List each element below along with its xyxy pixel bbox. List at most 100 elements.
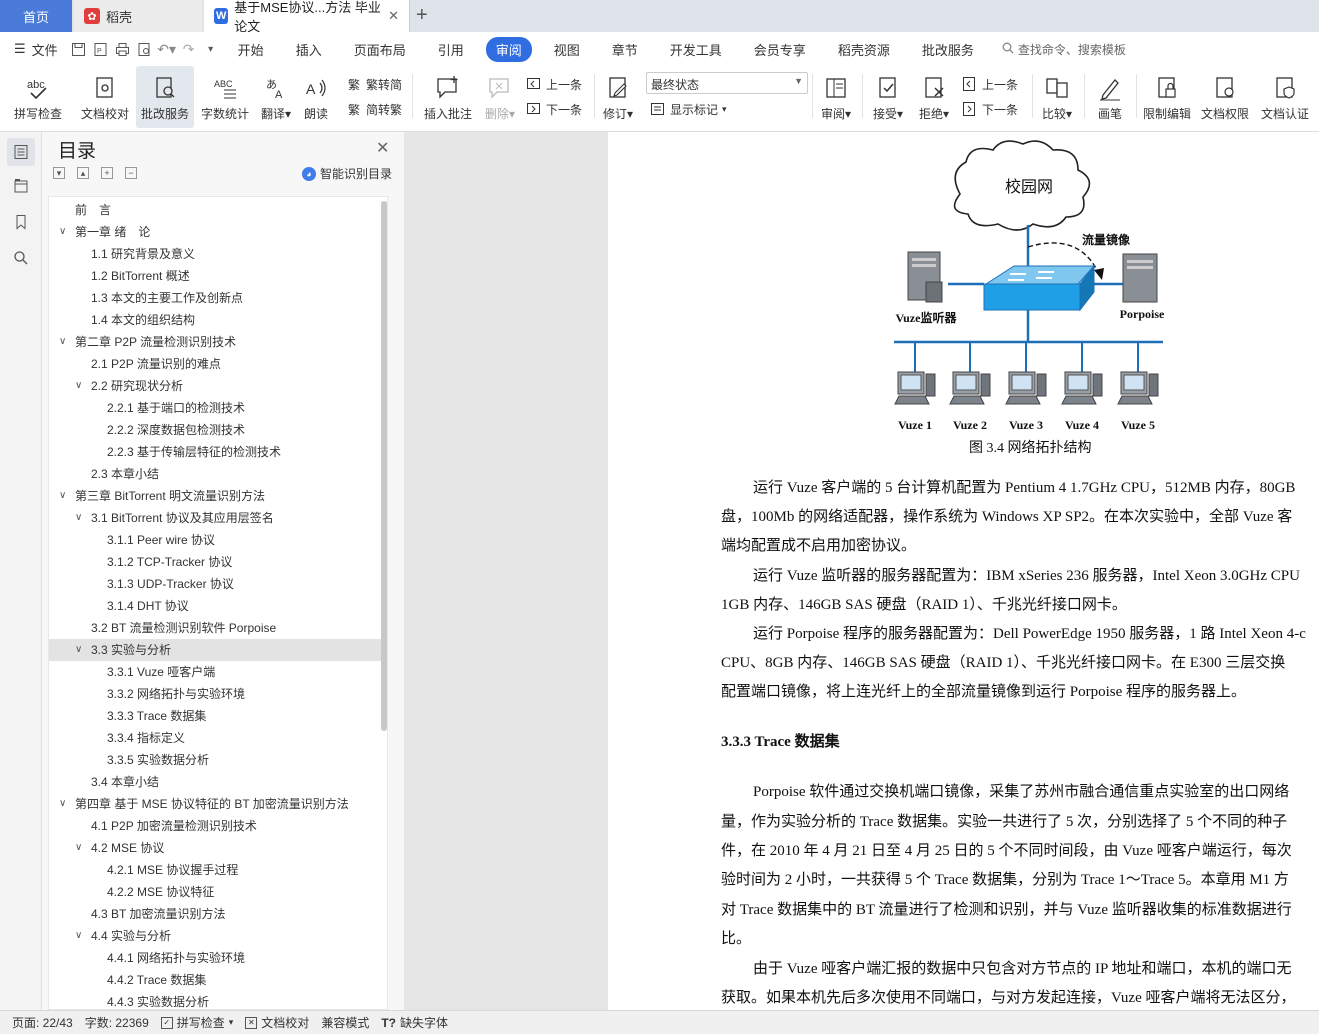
chevron-down-icon[interactable]: ∨ — [75, 925, 87, 947]
document-auth-button[interactable]: 文档认证 — [1256, 66, 1314, 128]
prev-revision-button[interactable]: 上一条 — [962, 74, 1018, 94]
toc-item[interactable]: 1.1 研究背景及意义 — [49, 243, 387, 265]
toc-item[interactable]: 4.1 P2P 加密流量检测识别技术 — [49, 815, 387, 837]
compare-button[interactable]: 比较▾ — [1036, 66, 1078, 128]
trad-to-simp-button[interactable]: 繁 繁转简 — [346, 74, 402, 94]
page-indicator[interactable]: 页面: 22/43 — [12, 1014, 73, 1031]
toc-item[interactable]: ∨ 第二章 P2P 流量检测识别技术 — [49, 331, 387, 353]
spell-check-button[interactable]: abc 拼写检查 — [6, 66, 70, 128]
toc-item[interactable]: 2.2.3 基于传输层特征的检测技术 — [49, 441, 387, 463]
toc-item[interactable]: 3.3.4 指标定义 — [49, 727, 387, 749]
toc-item[interactable]: 3.2 BT 流量检测识别软件 Porpoise — [49, 617, 387, 639]
toc-item[interactable]: ∨ 4.2 MSE 协议 — [49, 837, 387, 859]
document-rights-button[interactable]: 文档权限 — [1198, 66, 1252, 128]
toc-panel-icon[interactable] — [7, 138, 35, 166]
toc-item[interactable]: ∨ 第三章 BitTorrent 明文流量识别方法 — [49, 485, 387, 507]
menu-correction[interactable]: 批改服务 — [912, 37, 984, 62]
save-icon[interactable] — [68, 38, 90, 60]
menu-review[interactable]: 审阅 — [485, 36, 532, 62]
menu-reference[interactable]: 引用 — [428, 37, 474, 62]
toc-item[interactable]: 3.3.2 网络拓扑与实验环境 — [49, 683, 387, 705]
accept-button[interactable]: 接受▾ — [868, 66, 908, 128]
toc-item[interactable]: 3.3.5 实验数据分析 — [49, 749, 387, 771]
toc-item[interactable]: ∨ 第一章 绪 论 — [49, 221, 387, 243]
redo-icon[interactable]: ↷ — [178, 38, 200, 60]
search-icon[interactable] — [7, 244, 35, 272]
toc-item[interactable]: 1.2 BitTorrent 概述 — [49, 265, 387, 287]
toc-item[interactable]: 4.4.1 网络拓扑与实验环境 — [49, 947, 387, 969]
toc-scrollbar[interactable] — [381, 201, 387, 731]
toc-item[interactable]: 2.2.1 基于端口的检测技术 — [49, 397, 387, 419]
menu-view[interactable]: 视图 — [544, 37, 590, 62]
toc-item[interactable]: 前 言 — [49, 199, 387, 221]
chevron-down-icon[interactable]: ∨ — [59, 485, 71, 507]
collapse-all-icon[interactable]: ▾ — [53, 167, 65, 179]
toc-item[interactable]: 2.2.2 深度数据包检测技术 — [49, 419, 387, 441]
toc-item[interactable]: ∨ 第四章 基于 MSE 协议特征的 BT 加密流量识别方法 — [49, 793, 387, 815]
next-revision-button[interactable]: 下一条 — [962, 99, 1018, 119]
document-page[interactable]: 校园网 流量镜像 Vuze监听器 Porpoise Vuze 1 Vuze 2 … — [608, 132, 1319, 1010]
toc-item[interactable]: ∨ 2.2 研究现状分析 — [49, 375, 387, 397]
show-markup-button[interactable]: 显示标记 ▾ — [650, 99, 727, 119]
chevron-down-icon[interactable]: ∨ — [59, 793, 71, 815]
toc-item[interactable]: 1.4 本文的组织结构 — [49, 309, 387, 331]
toc-item[interactable]: 2.3 本章小结 — [49, 463, 387, 485]
toc-item[interactable]: ∨ 3.3 实验与分析 — [49, 639, 387, 661]
print-icon[interactable] — [112, 38, 134, 60]
expand-all-icon[interactable]: ▴ — [77, 167, 89, 179]
prev-comment-button[interactable]: 上一条 — [526, 74, 582, 94]
compat-mode-indicator[interactable]: 兼容模式 — [321, 1014, 369, 1031]
review-pane-button[interactable]: 审阅▾ — [816, 66, 856, 128]
missing-font-indicator[interactable]: T? 缺失字体 — [381, 1014, 448, 1031]
toc-item[interactable]: ∨ 3.1 BitTorrent 协议及其应用层签名 — [49, 507, 387, 529]
toc-item[interactable]: 3.1.4 DHT 协议 — [49, 595, 387, 617]
toc-item[interactable]: 4.2.2 MSE 协议特征 — [49, 881, 387, 903]
undo-icon[interactable]: ↶▾ — [156, 38, 178, 60]
file-menu[interactable]: ☰ 文件 — [14, 40, 58, 59]
toc-item[interactable]: 4.2.1 MSE 协议握手过程 — [49, 859, 387, 881]
insert-comment-button[interactable]: 插入批注 — [418, 66, 478, 128]
menu-docer-resource[interactable]: 稻壳资源 — [828, 37, 900, 62]
read-aloud-button[interactable]: A 朗读 — [298, 66, 334, 128]
menu-start[interactable]: 开始 — [228, 37, 274, 62]
print-preview-icon[interactable] — [134, 38, 156, 60]
close-tab-icon[interactable]: ✕ — [388, 8, 399, 24]
translate-button[interactable]: あA 翻译▾ — [256, 66, 296, 128]
toc-item[interactable]: 3.1.3 UDP-Tracker 协议 — [49, 573, 387, 595]
tab-document[interactable]: W 基于MSE协议...方法 毕业论文 ✕ — [204, 0, 410, 34]
chapter-nav-icon[interactable] — [7, 172, 35, 200]
proofread-status[interactable]: ✕ 文档校对 — [245, 1014, 309, 1031]
menu-chapter[interactable]: 章节 — [602, 37, 648, 62]
toc-item[interactable]: 4.4.2 Trace 数据集 — [49, 969, 387, 991]
tab-home[interactable]: 首页 — [0, 0, 72, 32]
word-count-indicator[interactable]: 字数: 22369 — [85, 1014, 149, 1031]
new-tab-icon[interactable]: + — [416, 4, 428, 27]
menu-layout[interactable]: 页面布局 — [344, 37, 416, 62]
menu-insert[interactable]: 插入 — [286, 37, 332, 62]
toc-item[interactable]: 4.4.3 实验数据分析 — [49, 991, 387, 1009]
toc-item[interactable]: 4.3 BT 加密流量识别方法 — [49, 903, 387, 925]
menu-member[interactable]: 会员专享 — [744, 37, 816, 62]
smart-toc-button[interactable]: ◕ 智能识别目录 — [302, 165, 392, 182]
more-icon[interactable]: ▾ — [200, 38, 222, 60]
correction-service-button[interactable]: 批改服务 — [136, 66, 194, 128]
add-heading-icon[interactable]: + — [101, 167, 113, 179]
chevron-down-icon[interactable]: ∨ — [75, 639, 87, 661]
chevron-down-icon[interactable]: ∨ — [75, 837, 87, 859]
next-comment-button[interactable]: 下一条 — [526, 99, 582, 119]
export-pdf-icon[interactable]: P — [90, 38, 112, 60]
toc-item[interactable]: 3.1.2 TCP-Tracker 协议 — [49, 551, 387, 573]
command-search[interactable]: 查找命令、搜索模板 — [1002, 41, 1126, 58]
chevron-down-icon[interactable]: ∨ — [75, 507, 87, 529]
remove-heading-icon[interactable]: − — [125, 167, 137, 179]
toc-item[interactable]: ∨ 4.4 实验与分析 — [49, 925, 387, 947]
spell-check-status[interactable]: ✓ 拼写检查 ▾ — [160, 1014, 233, 1031]
toc-item[interactable]: 1.3 本文的主要工作及创新点 — [49, 287, 387, 309]
bookmark-icon[interactable] — [7, 208, 35, 236]
proofread-button[interactable]: 文档校对 — [76, 66, 134, 128]
toc-item[interactable]: 3.4 本章小结 — [49, 771, 387, 793]
word-count-button[interactable]: ABC 字数统计 — [196, 66, 254, 128]
close-icon[interactable]: ✕ — [376, 138, 389, 158]
track-changes-button[interactable]: 修订▾ — [598, 66, 638, 128]
restrict-editing-button[interactable]: 限制编辑 — [1140, 66, 1194, 128]
